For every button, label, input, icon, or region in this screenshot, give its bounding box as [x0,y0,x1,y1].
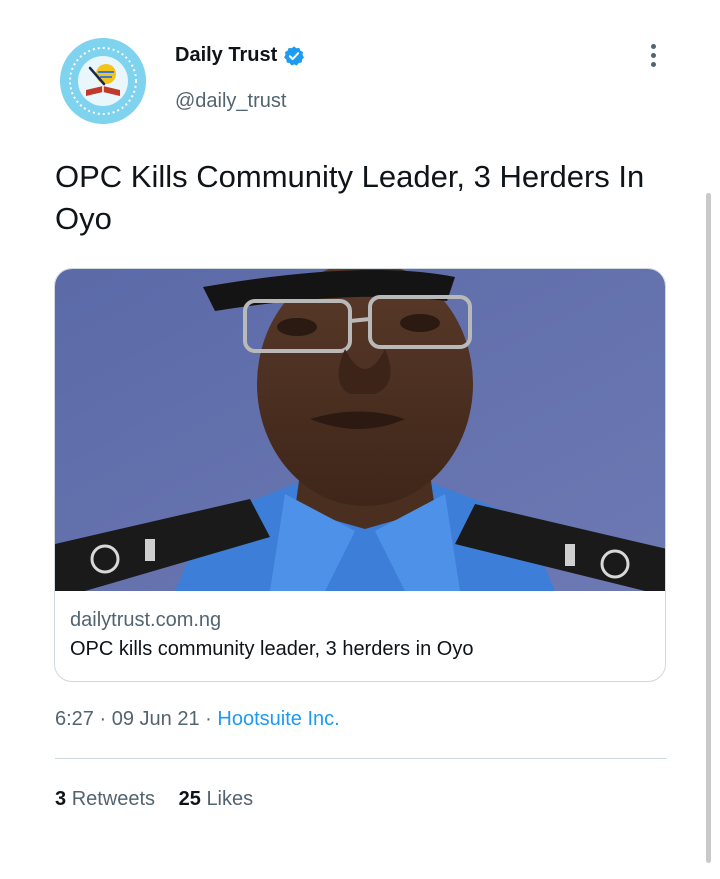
engagement-stats: 3 Retweets 25 Likes [55,788,271,811]
avatar[interactable] [60,38,146,124]
link-card-title[interactable]: OPC kills community leader, 3 herders in… [70,634,650,664]
verified-badge-icon [284,45,305,65]
retweets-label: Retweets [71,788,156,810]
tweet-text: OPC Kills Community Leader, 3 Herders In… [55,159,645,236]
likes-label: Likes [206,788,254,810]
separator-dot: · [99,708,107,730]
scrollbar[interactable] [706,193,711,863]
divider [55,758,667,759]
tweet-date[interactable]: 09 Jun 21 [112,708,200,730]
link-card-domain: dailytrust.com.ng [70,609,222,631]
account-handle[interactable]: @daily_trust [175,90,286,113]
likes-count: 25 [178,788,201,810]
likes-stat[interactable]: 25 Likes [179,788,254,810]
link-card[interactable]: dailytrust.com.ng OPC kills community le… [54,268,666,682]
daily-trust-logo-icon [60,38,146,124]
police-officer-portrait-image [55,269,665,591]
retweets-stat[interactable]: 3 Retweets [55,788,155,810]
more-options-icon[interactable] [640,44,666,74]
link-card-meta: dailytrust.com.ng OPC kills community le… [70,606,650,664]
separator-dot: · [205,708,212,730]
tweet-timestamp: 6:27 · 09 Jun 21 · Hootsuite Inc. [55,708,340,731]
tweet-time[interactable]: 6:27 [55,708,94,730]
retweets-count: 3 [55,788,67,810]
tweet-source-link[interactable]: Hootsuite Inc. [217,708,339,730]
account-name[interactable]: Daily Trust [175,44,277,67]
account-name-row[interactable]: Daily Trust [175,44,305,67]
